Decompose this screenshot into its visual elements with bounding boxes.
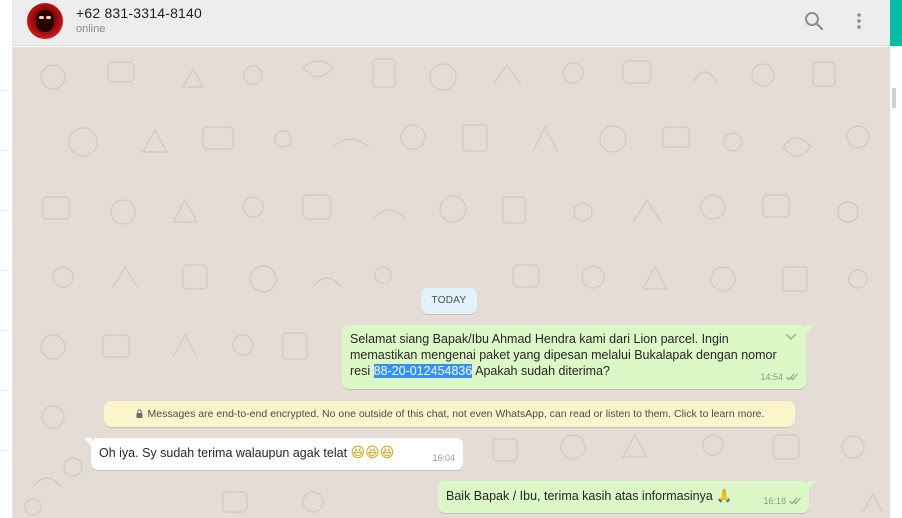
selected-text[interactable]: 88-20-012454836 <box>373 364 473 378</box>
accent-bar <box>890 0 902 46</box>
message-incoming[interactable]: Oh iya. Sy sudah terima walaupun agak te… <box>84 438 463 470</box>
avatar-eye <box>46 16 51 19</box>
bubble-tail <box>805 325 813 334</box>
menu-icon <box>857 13 861 29</box>
right-panel-edge <box>890 0 902 518</box>
menu-button[interactable] <box>847 9 871 33</box>
message-meta: 14:54 <box>760 369 798 385</box>
lock-icon <box>136 409 143 418</box>
encryption-notice-text: Messages are end-to-end encrypted. No on… <box>147 408 765 420</box>
panel-divider <box>0 330 8 331</box>
message-time: 14:54 <box>760 372 783 382</box>
double-check-icon <box>786 373 798 381</box>
message-outgoing[interactable]: Baik Bapak / Ibu, terima kasih atas info… <box>438 481 816 513</box>
encryption-notice[interactable]: Messages are end-to-end encrypted. No on… <box>104 401 795 427</box>
message-text-part: Apakah sudah diterima? <box>472 364 610 378</box>
avatar-eye <box>39 16 44 19</box>
left-panel-edge <box>0 0 13 518</box>
avatar-face <box>36 10 54 32</box>
panel-divider <box>0 450 8 451</box>
panel-divider <box>0 210 8 211</box>
message-meta: 16:18 <box>763 493 801 509</box>
message-text: Selamat siang Bapak/Ibu Ahmad Hendra kam… <box>350 331 790 379</box>
bubble-tail <box>808 481 816 490</box>
scrollbar-thumb[interactable] <box>892 88 896 108</box>
bubble-tail <box>84 438 92 447</box>
message-time: 16:18 <box>763 496 786 506</box>
message-meta: 16:04 <box>432 450 455 466</box>
message-text: Oh iya. Sy sudah terima walaupun agak te… <box>99 446 351 460</box>
message-outgoing[interactable]: Selamat siang Bapak/Ibu Ahmad Hendra kam… <box>342 325 813 389</box>
double-check-icon <box>789 497 801 505</box>
search-button[interactable] <box>802 9 826 33</box>
message-text: Baik Bapak / Ibu, terima kasih atas info… <box>446 489 717 503</box>
contact-status: online <box>76 23 106 35</box>
panel-divider <box>0 150 8 151</box>
panel-divider <box>0 90 8 91</box>
chevron-down-icon[interactable] <box>784 332 798 342</box>
chat-panel[interactable]: TODAY Selamat siang Bapak/Ibu Ahmad Hend… <box>13 47 890 518</box>
avatar[interactable] <box>27 3 63 39</box>
chat-header: +62 831-3314-8140 online <box>13 0 890 46</box>
laughing-emoji: 😆😆😆 <box>350 445 395 461</box>
day-separator: TODAY <box>421 288 477 314</box>
folded-hands-emoji: 🙏 <box>716 489 733 504</box>
panel-divider <box>0 270 8 271</box>
contact-name[interactable]: +62 831-3314-8140 <box>76 5 202 21</box>
search-icon <box>805 12 824 31</box>
panel-divider <box>0 390 8 391</box>
message-time: 16:04 <box>432 453 455 463</box>
